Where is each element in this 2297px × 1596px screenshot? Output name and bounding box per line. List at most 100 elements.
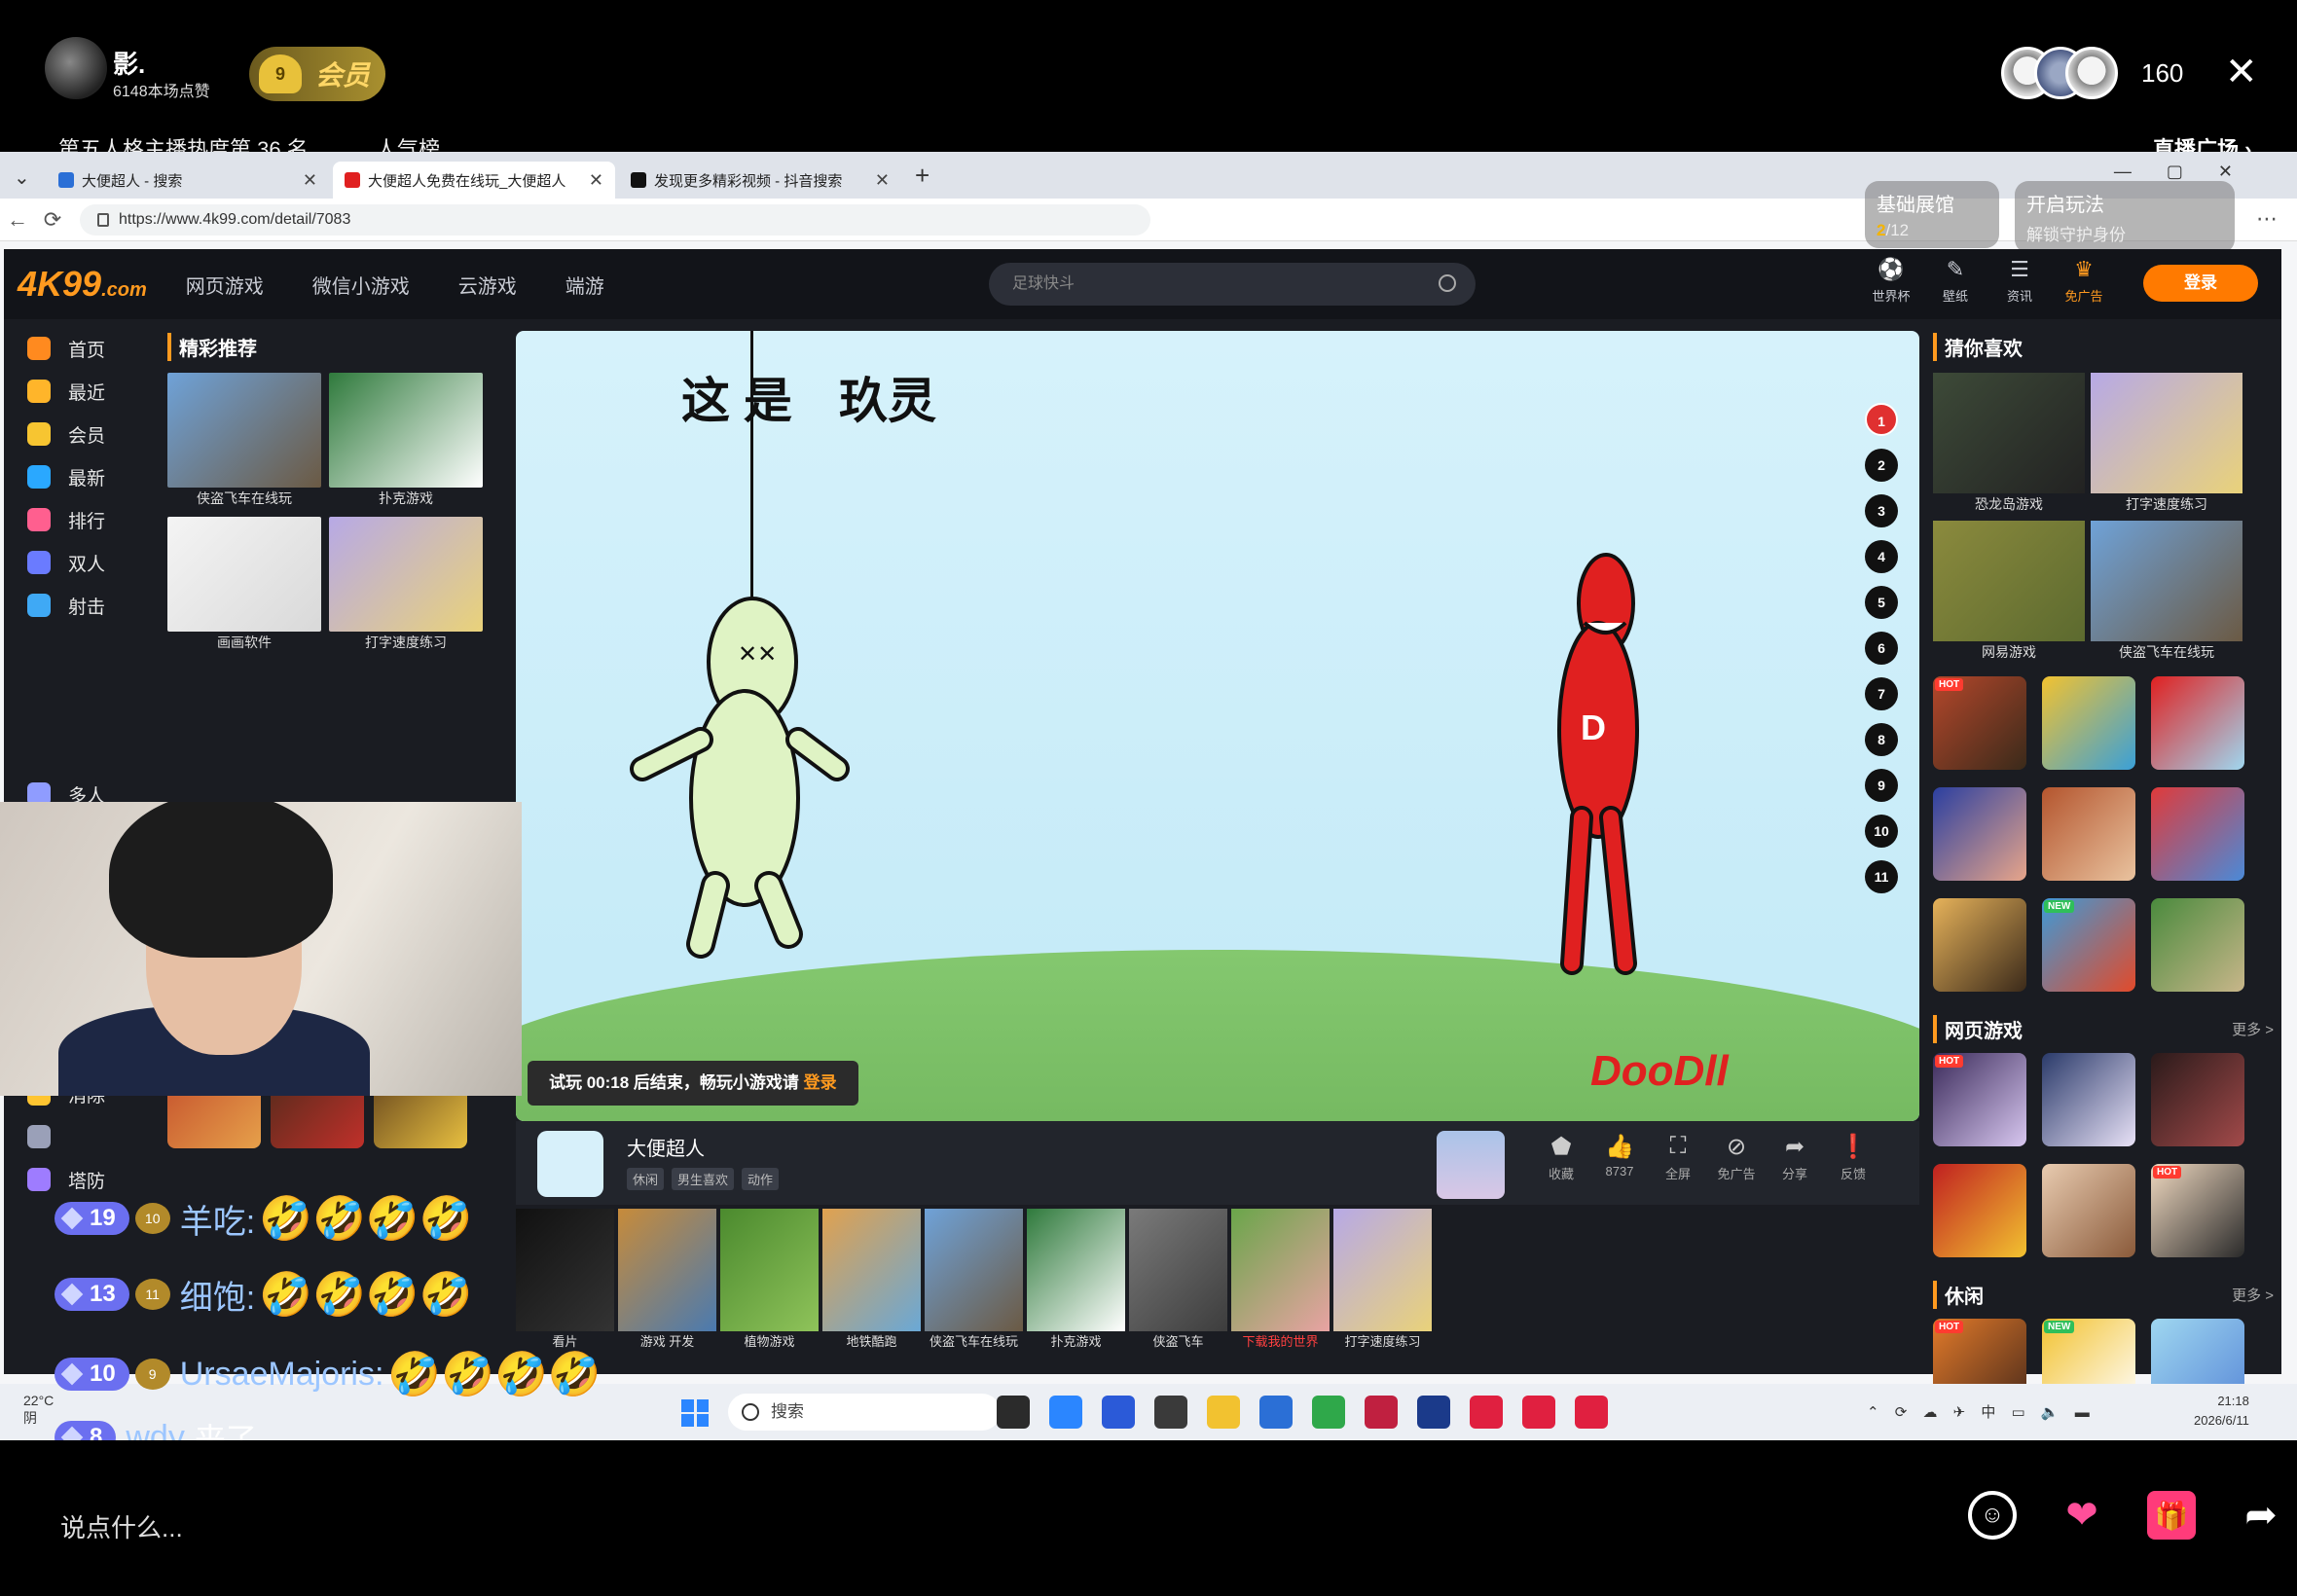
browser-tab-game[interactable]: 大便超人免费在线玩_大便超人 ✕ [333, 162, 615, 199]
sidebar-item[interactable]: 射击 [4, 584, 160, 627]
clock[interactable]: 21:18 2026/6/11 [2194, 1392, 2249, 1431]
level-button[interactable]: 9 [1865, 769, 1898, 802]
taskbar-app-icon[interactable] [1102, 1396, 1135, 1429]
close-tab-icon[interactable]: ✕ [303, 170, 317, 191]
game-icon[interactable] [2151, 787, 2244, 881]
sidebar-item[interactable]: 双人 [4, 541, 160, 584]
tag[interactable]: 休闲 [627, 1168, 665, 1190]
header-link-2[interactable]: ☰ 资讯 [1987, 257, 2052, 305]
sidebar-item[interactable]: 排行 [4, 498, 160, 541]
site-logo[interactable]: 4K99.com [18, 264, 147, 305]
game-icon[interactable] [1933, 1164, 2026, 1257]
taskbar-app-icon[interactable] [1417, 1396, 1450, 1429]
level-button[interactable]: 7 [1865, 677, 1898, 710]
nav-wechat-games[interactable]: 微信小游戏 [312, 271, 410, 299]
search-icon[interactable] [1439, 274, 1456, 292]
taskbar-app-icon[interactable] [1049, 1396, 1082, 1429]
sidebar-item[interactable] [4, 1115, 160, 1158]
nav-cloud-games[interactable]: 云游戏 [458, 271, 517, 299]
game-icon[interactable] [1933, 898, 2026, 992]
level-button[interactable]: 8 [1865, 723, 1898, 756]
chat-username[interactable]: 细饱: [180, 1271, 255, 1319]
taskbar-app-icon[interactable] [1154, 1396, 1187, 1429]
game-thumb[interactable]: 侠盗飞车在线玩 [925, 1209, 1023, 1374]
game-thumb[interactable]: 侠盗飞车 [1129, 1209, 1227, 1374]
game-thumb[interactable]: 打字速度练习 [2091, 373, 2242, 515]
header-link-1[interactable]: ✎ 壁纸 [1923, 257, 1987, 305]
game-icon[interactable] [2042, 676, 2135, 770]
tag[interactable]: 男生喜欢 [672, 1168, 735, 1190]
hanging-doll[interactable]: ✕✕ [630, 597, 850, 959]
sidebar-item[interactable]: 会员 [4, 413, 160, 455]
game-action[interactable]: 👍 8737 [1590, 1133, 1649, 1182]
game-thumb[interactable]: 打字速度练习 [329, 517, 483, 653]
game-thumb[interactable]: 下载我的世界 [1231, 1209, 1330, 1374]
streamer-avatar[interactable] [45, 37, 107, 99]
game-thumb[interactable]: 恐龙岛游戏 [1933, 373, 2085, 515]
header-link-3[interactable]: ♛ 免广告 [2052, 257, 2116, 305]
game-thumb[interactable]: 扑克游戏 [1027, 1209, 1125, 1374]
game-icon[interactable]: HOT [1933, 676, 2026, 770]
trial-login-link[interactable]: 登录 [804, 1073, 837, 1092]
viewer-avatars[interactable] [2001, 47, 2118, 101]
game-action[interactable]: ➦ 分享 [1766, 1133, 1824, 1182]
game-thumb[interactable]: 游戏 开发 [618, 1209, 716, 1374]
back-icon[interactable]: ← [0, 207, 35, 233]
level-button[interactable]: 2 [1865, 449, 1898, 482]
game-action[interactable]: ⊘ 免广告 [1707, 1133, 1766, 1182]
header-link-0[interactable]: ⚽ 世界杯 [1859, 257, 1923, 305]
taskbar-app-icon[interactable] [1207, 1396, 1240, 1429]
game-icon[interactable] [2151, 676, 2244, 770]
nav-client-games[interactable]: 端游 [565, 271, 604, 299]
game-thumb[interactable]: 植物游戏 [720, 1209, 819, 1374]
new-tab-icon[interactable]: + [915, 161, 930, 191]
nav-web-games[interactable]: 网页游戏 [186, 271, 264, 299]
url-field[interactable]: https://www.4k99.com/detail/7083 [80, 203, 1150, 236]
game-action[interactable]: ❗ 反馈 [1824, 1133, 1882, 1182]
gift-icon[interactable]: 🎁 [2147, 1491, 2196, 1540]
game-icon[interactable] [1933, 787, 2026, 881]
exhibit-badge[interactable]: 基础展馆 2/12 [1865, 181, 1999, 248]
game-icon[interactable] [2042, 1164, 2135, 1257]
level-button[interactable]: 4 [1865, 540, 1898, 573]
close-icon[interactable]: ✕ [2225, 53, 2258, 91]
game-thumb[interactable]: 画画软件 [167, 517, 321, 653]
level-button[interactable]: 3 [1865, 494, 1898, 527]
chat-username[interactable]: UrsaeMajoris: [180, 1356, 384, 1394]
game-thumb[interactable]: 打字速度练习 [1333, 1209, 1432, 1374]
viewer-count[interactable]: 160 [2141, 58, 2183, 89]
comment-input[interactable]: 说点什么... [60, 1508, 183, 1544]
taskbar-app-icon[interactable] [997, 1396, 1030, 1429]
share-icon[interactable]: ➦ [2237, 1491, 2285, 1540]
windows-start-icon[interactable] [681, 1399, 709, 1427]
chevron-down-icon[interactable]: ⌄ [14, 165, 30, 190]
level-button[interactable]: 6 [1865, 632, 1898, 665]
taskbar-app-icon[interactable] [1365, 1396, 1398, 1429]
game-icon[interactable] [2042, 1053, 2135, 1146]
game-icon[interactable] [2042, 787, 2135, 881]
taskbar-app-icon[interactable] [1575, 1396, 1608, 1429]
red-poop-hero[interactable]: D [1557, 553, 1639, 975]
game-thumb[interactable]: 地铁酷跑 [822, 1209, 921, 1374]
close-tab-icon[interactable]: ✕ [875, 170, 890, 191]
game-thumb[interactable]: 网易游戏 [1933, 521, 2085, 663]
system-tray[interactable]: ⌃ ⟳ ☁ ✈ 中 ▭ 🔈 ▬ [1867, 1401, 2096, 1422]
emoji-icon[interactable]: ☺ [1968, 1491, 2017, 1540]
level-button[interactable]: 1 [1865, 403, 1898, 436]
taskbar-app-icon[interactable] [1470, 1396, 1503, 1429]
game-icon[interactable]: NEW [2042, 898, 2135, 992]
taskbar-app-icon[interactable] [1522, 1396, 1555, 1429]
taskbar-app-icon[interactable] [1312, 1396, 1345, 1429]
taskbar-search[interactable]: 搜索 [728, 1394, 1001, 1431]
browser-tab-search[interactable]: 大便超人 - 搜索 ✕ [47, 162, 329, 199]
refresh-icon[interactable]: ⟳ [35, 207, 70, 233]
fan-club-badge[interactable]: 9 会员 [249, 47, 385, 101]
level-button[interactable]: 5 [1865, 586, 1898, 619]
tag[interactable]: 动作 [742, 1168, 780, 1190]
chat-username[interactable]: 羊吃: [180, 1195, 255, 1243]
streamer-name[interactable]: 影. [113, 45, 145, 81]
game-icon[interactable] [2151, 1053, 2244, 1146]
sidebar-item[interactable]: 最新 [4, 455, 160, 498]
window-controls[interactable]: —▢✕ [2114, 162, 2268, 182]
site-search-input[interactable]: 足球快斗 [989, 263, 1476, 306]
